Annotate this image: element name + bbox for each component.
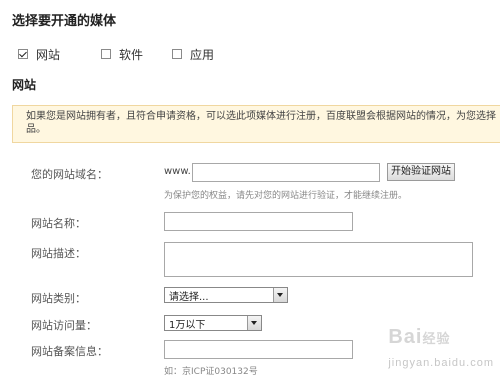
chevron-down-icon xyxy=(247,316,261,330)
chevron-down-icon xyxy=(273,288,287,302)
domain-input[interactable] xyxy=(192,163,380,182)
media-option-software[interactable]: 软件 xyxy=(101,45,143,63)
notice-line-2: 品。 xyxy=(26,124,46,135)
media-option-label: 应用 xyxy=(190,47,215,62)
notice-box: 如果您是网站拥有者，且符合申请资格，可以选此项媒体进行注册，百度联盟会根据网站的… xyxy=(12,105,500,143)
media-option-label: 软件 xyxy=(119,47,144,62)
site-name-label: 网站名称： xyxy=(31,217,86,230)
site-traffic-label: 网站访问量： xyxy=(31,319,97,332)
verify-website-button[interactable]: 开始验证网站 xyxy=(387,163,455,181)
notice-line-1: 如果您是网站拥有者，且符合申请资格，可以选此项媒体进行注册，百度联盟会根据网站的… xyxy=(26,111,496,122)
site-icp-input[interactable] xyxy=(164,340,353,359)
site-category-label: 网站类别： xyxy=(31,292,86,305)
media-option-website[interactable]: 网站 xyxy=(18,45,60,63)
site-name-input[interactable] xyxy=(164,212,353,231)
site-icp-hint: 如：京ICP证030132号 xyxy=(164,367,258,377)
site-category-select[interactable]: 请选择... xyxy=(164,287,288,303)
domain-hint: 为保护您的权益，请先对您的网站进行验证，才能继续注册。 xyxy=(164,191,408,201)
media-option-app[interactable]: 应用 xyxy=(172,45,214,63)
baidu-jingyan-watermark: Bai经验 jingyan.baidu.com xyxy=(388,326,494,369)
site-traffic-select[interactable]: 1万以下 xyxy=(164,315,262,331)
section-title: 网站 xyxy=(12,78,37,92)
domain-label: 您的网站域名： xyxy=(31,168,108,181)
domain-prefix: www. xyxy=(164,166,191,177)
media-option-label: 网站 xyxy=(36,47,61,62)
site-desc-label: 网站描述： xyxy=(31,247,86,260)
website-checkbox[interactable] xyxy=(18,49,28,59)
page-title: 选择要开通的媒体 xyxy=(12,14,117,29)
site-icp-label: 网站备案信息： xyxy=(31,345,108,358)
software-checkbox[interactable] xyxy=(101,49,111,59)
site-desc-textarea[interactable] xyxy=(164,242,473,277)
app-checkbox[interactable] xyxy=(172,49,182,59)
